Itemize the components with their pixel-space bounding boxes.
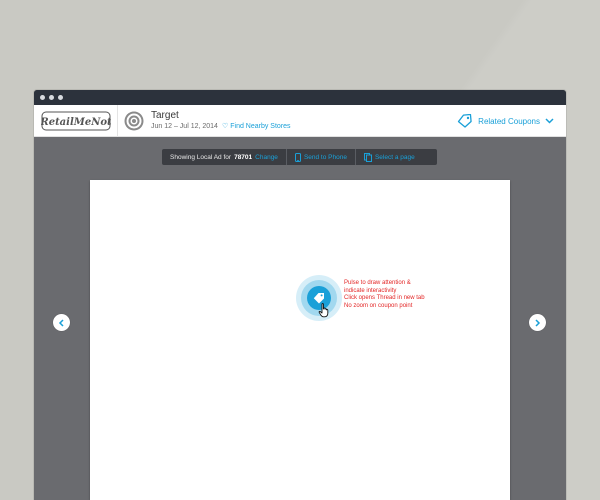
retailmenot-logo[interactable]: RetailMeNot [34, 104, 118, 137]
logo-text: RetailMeNot [41, 117, 111, 128]
send-to-phone-label: Send to Phone [303, 153, 347, 161]
store-info: Target Jun 12 – Jul 12, 2014 ♡ Find Near… [151, 110, 291, 132]
next-page-button[interactable] [529, 314, 546, 331]
window-titlebar [34, 90, 566, 105]
select-page-button[interactable]: Select a page [354, 149, 423, 165]
store-subline: Jun 12 – Jul 12, 2014 ♡ Find Nearby Stor… [151, 122, 291, 132]
annotation-line: No zoom on coupon point [344, 302, 413, 309]
zip-code: 78701 [234, 153, 253, 161]
annotation-line: indicate interactivity [344, 287, 397, 294]
chevron-left-icon [58, 318, 64, 327]
heart-icon: ♡ [221, 122, 229, 130]
find-nearby-stores-label: Find Nearby Stores [230, 122, 291, 130]
hand-cursor-icon [318, 303, 329, 318]
browser-window: RetailMeNot Target Jun 12 – Jul 12, 2014… [34, 90, 566, 500]
related-coupons-button[interactable]: Related Coupons [457, 105, 554, 137]
showing-local-ad-label: Showing Local Ad for [170, 153, 232, 161]
phone-icon [294, 152, 301, 162]
window-dot-maximize[interactable] [58, 95, 63, 100]
chevron-right-icon [535, 318, 541, 327]
logo-wordmark: RetailMeNot [41, 111, 111, 130]
tag-icon [458, 114, 472, 128]
store-name: Target [151, 109, 179, 121]
ad-toolbar: Showing Local Ad for 78701 Change Send t… [162, 149, 437, 165]
app-header: RetailMeNot Target Jun 12 – Jul 12, 2014… [34, 104, 566, 137]
annotation-line: Pulse to draw attention & [344, 280, 411, 286]
annotation-line: Click opens Thread in new tab [344, 295, 425, 302]
related-coupons-label: Related Coupons [478, 116, 540, 126]
window-dot-close[interactable] [40, 95, 45, 100]
previous-page-button[interactable] [53, 314, 70, 331]
ad-dates: Jun 12 – Jul 12, 2014 [151, 122, 218, 130]
change-zip-link[interactable]: Change [255, 154, 278, 161]
chevron-down-icon [545, 118, 554, 124]
select-page-label: Select a page [374, 153, 415, 161]
local-ad-info: Showing Local Ad for 78701 Change [162, 149, 286, 165]
find-nearby-stores-link[interactable]: ♡ Find Nearby Stores [222, 122, 291, 132]
ad-page [90, 180, 510, 500]
target-bullseye-icon [124, 111, 144, 130]
design-annotation: Pulse to draw attention & indicate inter… [344, 280, 434, 310]
pages-icon [363, 152, 372, 162]
send-to-phone-button[interactable]: Send to Phone [285, 149, 355, 165]
window-dot-minimize[interactable] [49, 95, 54, 100]
